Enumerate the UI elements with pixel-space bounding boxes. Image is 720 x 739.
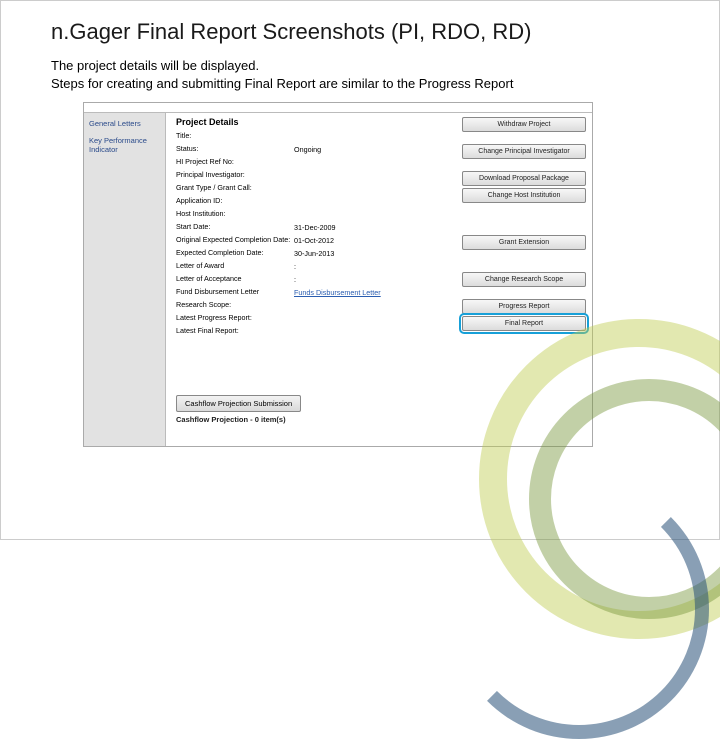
field-row: Principal Investigator: bbox=[176, 170, 456, 180]
field-value: 31-Dec-2009 bbox=[294, 223, 336, 232]
action-button[interactable]: Change Research Scope bbox=[462, 272, 586, 287]
field-label: HI Project Ref No: bbox=[176, 158, 294, 166]
action-button[interactable]: Grant Extension bbox=[462, 235, 586, 250]
field-label: Research Scope: bbox=[176, 301, 294, 309]
field-label: Title: bbox=[176, 132, 294, 140]
action-buttons-column: Withdraw Project Change Principal Investi… bbox=[456, 117, 586, 442]
project-details-fields: Project Details Title:Status:OngoingHI P… bbox=[176, 117, 456, 442]
field-row: Original Expected Completion Date:01-Oct… bbox=[176, 235, 456, 245]
action-button[interactable]: Withdraw Project bbox=[462, 117, 586, 132]
cashflow-submission-button[interactable]: Cashflow Projection Submission bbox=[176, 395, 301, 412]
field-label: Status: bbox=[176, 145, 294, 153]
action-button[interactable]: Change Host Institution bbox=[462, 188, 586, 203]
section-title: Project Details bbox=[176, 117, 456, 127]
field-row: Fund Disbursement LetterFunds Disburseme… bbox=[176, 287, 456, 297]
field-value: Ongoing bbox=[294, 145, 321, 154]
field-label: Application ID: bbox=[176, 197, 294, 205]
screenshot-bottom: Cashflow Projection Submission Cashflow … bbox=[176, 395, 582, 424]
field-label: Fund Disbursement Letter bbox=[176, 288, 294, 296]
embedded-screenshot: General Letters Key Performance Indicato… bbox=[83, 102, 593, 447]
field-label: Letter of Award bbox=[176, 262, 294, 270]
field-row: Letter of Award: bbox=[176, 261, 456, 271]
field-label: Letter of Acceptance bbox=[176, 275, 294, 283]
field-row: Status:Ongoing bbox=[176, 144, 456, 154]
field-label: Latest Final Report: bbox=[176, 327, 294, 335]
sidebar-item-kpi[interactable]: Key Performance Indicator bbox=[89, 136, 160, 154]
field-value: : bbox=[294, 275, 296, 284]
slide-body: The project details will be displayed. S… bbox=[51, 57, 679, 92]
body-line-2: Steps for creating and submitting Final … bbox=[51, 76, 513, 91]
field-value: 01-Oct-2012 bbox=[294, 236, 334, 245]
screenshot-sidebar: General Letters Key Performance Indicato… bbox=[84, 113, 166, 446]
action-button[interactable]: Download Proposal Package bbox=[462, 171, 586, 186]
field-row: Application ID: bbox=[176, 196, 456, 206]
field-row: Latest Final Report: bbox=[176, 326, 456, 336]
body-line-1: The project details will be displayed. bbox=[51, 58, 259, 73]
field-label: Start Date: bbox=[176, 223, 294, 231]
field-value-link[interactable]: Funds Disbursement Letter bbox=[294, 288, 381, 297]
field-label: Principal Investigator: bbox=[176, 171, 294, 179]
field-value: 30-Jun-2013 bbox=[294, 249, 334, 258]
cashflow-count-text: Cashflow Projection - 0 item(s) bbox=[176, 415, 582, 424]
field-row: Start Date:31-Dec-2009 bbox=[176, 222, 456, 232]
field-row: Expected Completion Date:30-Jun-2013 bbox=[176, 248, 456, 258]
field-row: Grant Type / Grant Call: bbox=[176, 183, 456, 193]
field-row: Title: bbox=[176, 131, 456, 141]
field-row: Research Scope: bbox=[176, 300, 456, 310]
field-label: Host Institution: bbox=[176, 210, 294, 218]
field-row: HI Project Ref No: bbox=[176, 157, 456, 167]
field-value: : bbox=[294, 262, 296, 271]
field-row: Letter of Acceptance: bbox=[176, 274, 456, 284]
action-button[interactable]: Change Principal Investigator bbox=[462, 144, 586, 159]
field-label: Latest Progress Report: bbox=[176, 314, 294, 322]
field-label: Original Expected Completion Date: bbox=[176, 236, 294, 244]
sidebar-item-general-letters[interactable]: General Letters bbox=[89, 119, 160, 128]
field-label: Expected Completion Date: bbox=[176, 249, 294, 257]
field-label: Grant Type / Grant Call: bbox=[176, 184, 294, 192]
slide-title: n.Gager Final Report Screenshots (PI, RD… bbox=[51, 19, 679, 45]
final-report-button[interactable]: Final Report bbox=[462, 316, 586, 331]
screenshot-tabbar bbox=[84, 103, 592, 113]
field-row: Host Institution: bbox=[176, 209, 456, 219]
field-row: Latest Progress Report: bbox=[176, 313, 456, 323]
action-button[interactable]: Progress Report bbox=[462, 299, 586, 314]
